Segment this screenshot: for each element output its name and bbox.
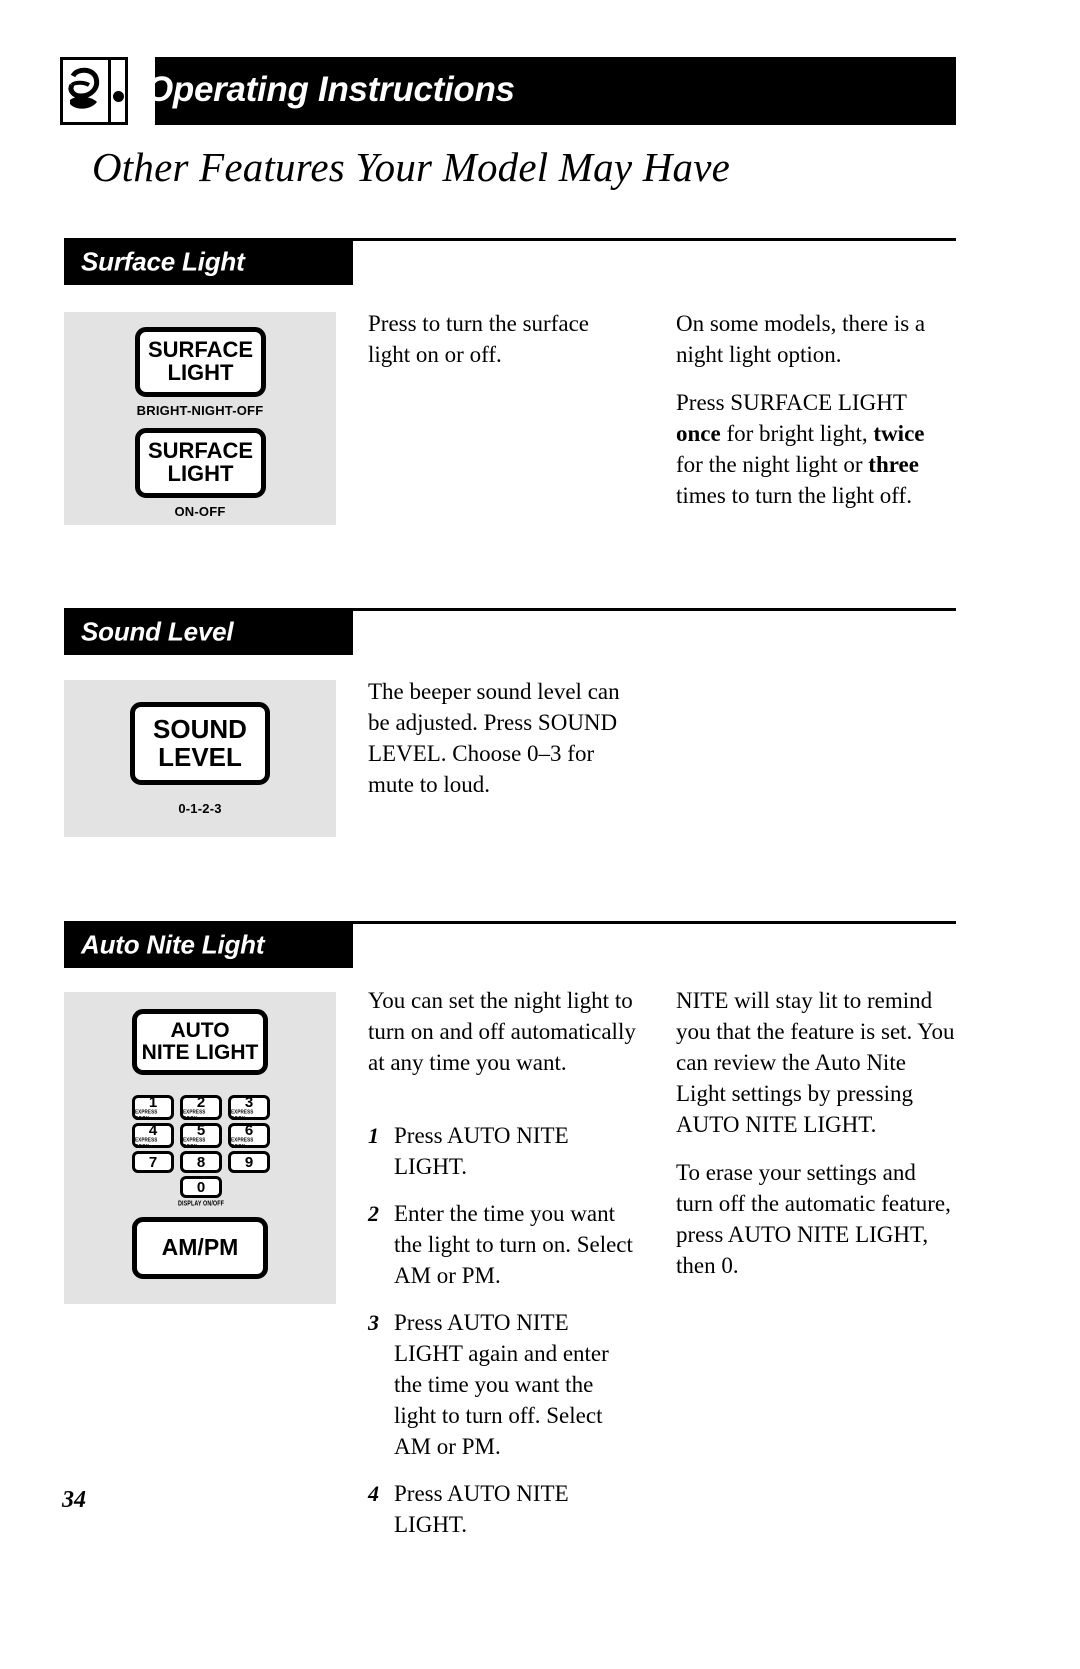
rich-bold-once: once [676, 421, 721, 446]
section-tab: Sound Level [64, 611, 353, 655]
numpad-key-7[interactable]: 7 [132, 1151, 174, 1173]
section-tab-label: Sound Level [81, 616, 234, 647]
numpad-key-9[interactable]: 9 [228, 1151, 270, 1173]
sound-level-middle-column: The beeper sound level can be adjusted. … [368, 676, 636, 800]
surface-light-right-column: On some models, there is a night light o… [676, 308, 956, 511]
sound-level-key[interactable]: SOUND LEVEL [130, 702, 270, 785]
numpad-sublabel: EXPRESS COOK [183, 1136, 206, 1149]
masthead-title: Operating Instructions [146, 70, 515, 110]
numpad-key-0[interactable]: 0 [180, 1176, 222, 1198]
step-text: Enter the time you want the light to tur… [394, 1201, 633, 1288]
numeric-keypad: 1 EXPRESS COOK 2 EXPRESS COOK 3 EXPRESS … [132, 1095, 270, 1208]
masthead: Operating Instructions [60, 57, 956, 125]
key-label-line-1: SURFACE [147, 438, 254, 464]
key-label-line-1: AUTO [170, 1019, 230, 1043]
step-number: 2 [368, 1201, 379, 1226]
paragraph-rich: Press SURFACE LIGHT once for bright ligh… [676, 387, 956, 511]
numpad-sublabel: EXPRESS COOK [231, 1136, 254, 1149]
rich-bold-three: three [868, 452, 919, 477]
step-number: 1 [368, 1123, 379, 1148]
step-item: 2 Enter the time you want the light to t… [368, 1198, 640, 1291]
rich-mid-1: for bright light, [720, 421, 874, 446]
auto-nite-light-middle-column: You can set the night light to turn on a… [368, 985, 640, 1078]
ge-monogram-icon [60, 57, 128, 125]
key-label-line-1: AM/PM [161, 1234, 239, 1261]
numpad-sublabel: EXPRESS COOK [183, 1108, 206, 1121]
surface-light-illustration: SURFACE LIGHT BRIGHT-NIGHT-OFF SURFACE L… [64, 312, 336, 525]
numpad-digit: 7 [148, 1153, 158, 1171]
key-label-line-2: NITE LIGHT [141, 1041, 259, 1064]
sound-level-illustration: SOUND LEVEL 0-1-2-3 [64, 680, 336, 837]
step-item: 4 Press AUTO NITE LIGHT. [368, 1478, 640, 1540]
key-label-line-2: LIGHT [167, 461, 234, 486]
numpad-key-1[interactable]: 1 EXPRESS COOK [132, 1095, 174, 1120]
surface-light-onoff-key[interactable]: SURFACE LIGHT [135, 428, 266, 498]
paragraph: The beeper sound level can be adjusted. … [368, 679, 620, 797]
numpad-key-4[interactable]: 4 EXPRESS COOK [132, 1123, 174, 1148]
paragraph-intro: You can set the night light to turn on a… [368, 988, 636, 1075]
numpad-digit: 0 [196, 1178, 206, 1196]
rich-lead: Press SURFACE LIGHT [676, 390, 907, 415]
sound-level-caption: 0-1-2-3 [178, 801, 222, 816]
monogram-dot [113, 91, 124, 102]
key-label-line-2: LIGHT [167, 360, 234, 385]
numpad-digit: 9 [244, 1153, 254, 1171]
step-item: 3 Press AUTO NITE LIGHT again and enter … [368, 1307, 640, 1462]
step-number: 4 [368, 1481, 379, 1506]
key-label-line-1: SOUND [153, 714, 247, 745]
surface-light-bright-key[interactable]: SURFACE LIGHT [135, 327, 266, 397]
step-text: Press AUTO NITE LIGHT again and enter th… [394, 1310, 609, 1459]
paragraph: To erase your settings and turn off the … [676, 1160, 951, 1278]
numpad-sublabel: EXPRESS COOK [135, 1136, 158, 1149]
numpad-digit: 8 [196, 1153, 206, 1171]
auto-nite-light-steps: 1 Press AUTO NITE LIGHT. 2 Enter the tim… [368, 1120, 640, 1556]
numpad-key-2[interactable]: 2 EXPRESS COOK [180, 1095, 222, 1120]
section-tab-label: Auto Nite Light [81, 929, 265, 960]
auto-nite-light-illustration: AUTO NITE LIGHT 1 EXPRESS COOK 2 EXPRESS… [64, 992, 336, 1304]
numpad-key-5[interactable]: 5 EXPRESS COOK [180, 1123, 222, 1148]
numpad-key-8[interactable]: 8 [180, 1151, 222, 1173]
section-tab: Auto Nite Light [64, 924, 353, 968]
step-text: Press AUTO NITE LIGHT. [394, 1123, 569, 1179]
numpad-key-6[interactable]: 6 EXPRESS COOK [228, 1123, 270, 1148]
section-tab-label: Surface Light [81, 246, 245, 277]
step-number: 3 [368, 1310, 379, 1335]
page-number: 34 [62, 1487, 86, 1513]
surface-light-onoff-caption: ON-OFF [174, 504, 226, 519]
numpad-key-3[interactable]: 3 EXPRESS COOK [228, 1095, 270, 1120]
page-title: Other Features Your Model May Have [92, 144, 731, 190]
step-text: Press AUTO NITE LIGHT. [394, 1481, 569, 1537]
numpad-sublabel: EXPRESS COOK [135, 1108, 158, 1121]
auto-nite-light-right-column: NITE will stay lit to remind you that th… [676, 985, 958, 1281]
paragraph: Press to turn the surface light on or of… [368, 311, 589, 367]
paragraph: NITE will stay lit to remind you that th… [676, 988, 955, 1137]
step-item: 1 Press AUTO NITE LIGHT. [368, 1120, 640, 1182]
numpad-zero-caption: DISPLAY ON/OFF [177, 1200, 225, 1208]
rich-bold-twice: twice [873, 421, 925, 446]
numpad-sublabel: EXPRESS COOK [231, 1108, 254, 1121]
document-page: Operating Instructions Other Features Yo… [0, 0, 1080, 1669]
auto-nite-light-key[interactable]: AUTO NITE LIGHT [132, 1009, 268, 1075]
paragraph: On some models, there is a night light o… [676, 311, 926, 367]
surface-light-bright-caption: BRIGHT-NIGHT-OFF [136, 403, 264, 418]
monogram-divider [108, 60, 111, 122]
section-tab: Surface Light [64, 241, 353, 285]
rich-tail: times to turn the light off. [676, 483, 912, 508]
rich-mid-2: for the night light or [676, 452, 869, 477]
key-label-line-1: SURFACE [147, 337, 254, 363]
key-label-line-2: LEVEL [158, 741, 242, 772]
am-pm-key[interactable]: AM/PM [132, 1217, 268, 1279]
surface-light-middle-column: Press to turn the surface light on or of… [368, 308, 630, 370]
